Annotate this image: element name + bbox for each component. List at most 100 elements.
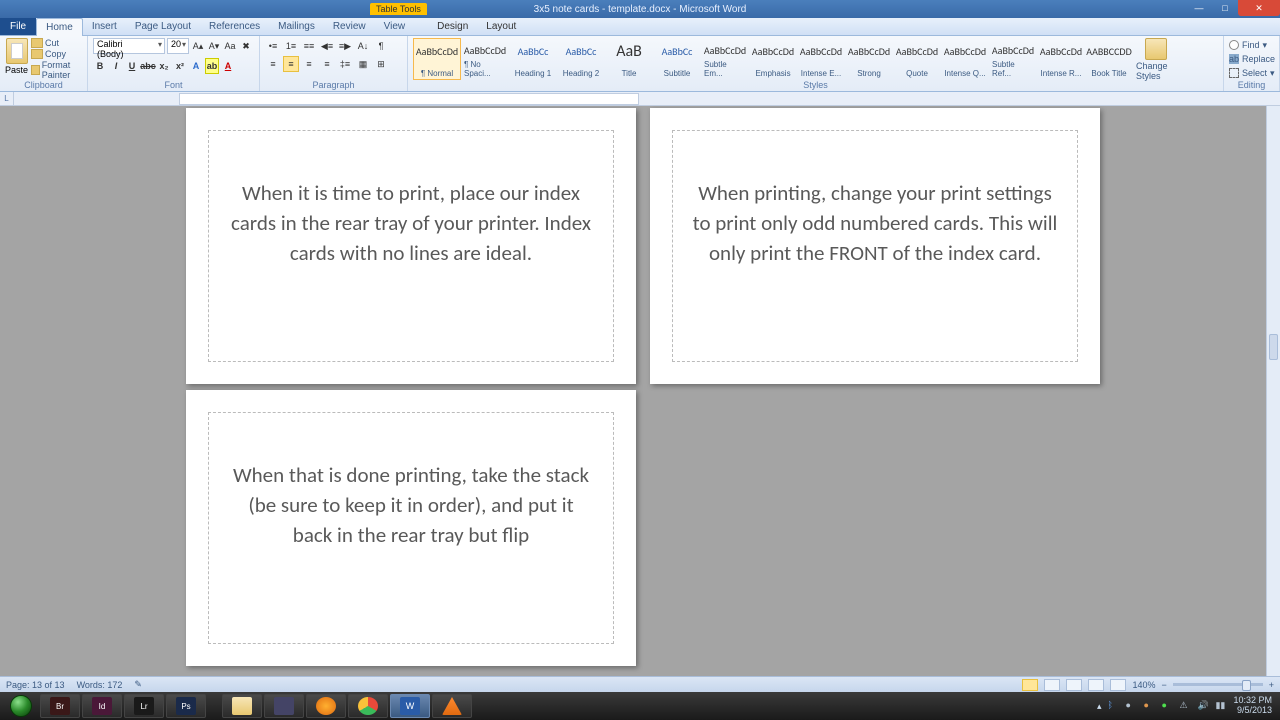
shading-button[interactable]: ▦ (355, 56, 371, 72)
style-item-6[interactable]: AaBbCcDdSubtle Em... (701, 38, 749, 80)
taskbar-app-id[interactable]: Id (82, 694, 122, 718)
style-item-1[interactable]: AaBbCcDd¶ No Spaci... (461, 38, 509, 80)
page-layout-tab[interactable]: Page Layout (126, 18, 200, 35)
card-2-text[interactable]: When printing, change your print setting… (691, 179, 1059, 268)
subscript-button[interactable]: x₂ (157, 58, 171, 74)
taskbar-app-vlc[interactable] (432, 694, 472, 718)
change-case-button[interactable]: Aa (223, 38, 237, 54)
word-count[interactable]: Words: 172 (77, 680, 123, 690)
change-styles-button[interactable]: Change Styles (1136, 38, 1176, 81)
zoom-in-button[interactable]: + (1269, 680, 1274, 690)
style-item-13[interactable]: AaBbCcDdIntense R... (1037, 38, 1085, 80)
index-card-2[interactable]: When printing, change your print setting… (650, 108, 1100, 384)
style-item-5[interactable]: AaBbCcSubtitle (653, 38, 701, 80)
zoom-slider[interactable] (1173, 683, 1263, 686)
style-item-11[interactable]: AaBbCcDdIntense Q... (941, 38, 989, 80)
spellcheck-icon[interactable]: ✎ (134, 679, 142, 690)
network-icon[interactable]: ⚠ (1179, 700, 1191, 712)
decrease-indent-button[interactable]: ◀≡ (319, 38, 335, 54)
style-item-14[interactable]: AABBCCDDBook Title (1085, 38, 1133, 80)
view-tab[interactable]: View (375, 18, 415, 35)
replace-button[interactable]: abReplace (1229, 52, 1275, 66)
style-item-2[interactable]: AaBbCcHeading 1 (509, 38, 557, 80)
scrollbar-thumb[interactable] (1269, 334, 1278, 360)
index-card-3[interactable]: When that is done printing, take the sta… (186, 390, 636, 666)
styles-gallery[interactable]: AaBbCcDd¶ NormalAaBbCcDd¶ No Spaci...AaB… (413, 38, 1133, 80)
review-tab[interactable]: Review (324, 18, 375, 35)
align-left-button[interactable]: ≡ (265, 56, 281, 72)
select-button[interactable]: Select ▾ (1229, 66, 1275, 80)
layout-tab[interactable]: Layout (477, 18, 525, 35)
page-indicator[interactable]: Page: 13 of 13 (6, 680, 65, 690)
horizontal-ruler[interactable] (179, 93, 639, 105)
underline-button[interactable]: U (125, 58, 139, 74)
wifi-icon[interactable]: ▮▮ (1215, 700, 1227, 712)
bluetooth-icon[interactable]: ᛒ (1107, 700, 1119, 712)
minimize-button[interactable]: — (1186, 0, 1212, 16)
line-spacing-button[interactable]: ‡≡ (337, 56, 353, 72)
style-item-10[interactable]: AaBbCcDdQuote (893, 38, 941, 80)
superscript-button[interactable]: x² (173, 58, 187, 74)
style-item-0[interactable]: AaBbCcDd¶ Normal (413, 38, 461, 80)
italic-button[interactable]: I (109, 58, 123, 74)
system-clock[interactable]: 10:32 PM 9/5/2013 (1233, 696, 1276, 716)
card-3-text[interactable]: When that is done printing, take the sta… (227, 461, 595, 550)
tray-icon-3[interactable]: ● (1161, 700, 1173, 712)
sort-button[interactable]: A↓ (355, 38, 371, 54)
taskbar-app-br[interactable]: Br (40, 694, 80, 718)
shrink-font-button[interactable]: A▾ (207, 38, 221, 54)
tray-icon-1[interactable]: ● (1125, 700, 1137, 712)
justify-button[interactable]: ≡ (319, 56, 335, 72)
align-right-button[interactable]: ≡ (301, 56, 317, 72)
format-painter-button[interactable]: Format Painter (31, 60, 82, 80)
volume-icon[interactable]: 🔊 (1197, 700, 1209, 712)
taskbar-app-generic[interactable] (264, 694, 304, 718)
zoom-out-button[interactable]: − (1161, 680, 1166, 690)
outline-view-button[interactable] (1088, 679, 1104, 691)
tab-selector-button[interactable]: L (0, 92, 14, 106)
card-1-text[interactable]: When it is time to print, place our inde… (227, 179, 595, 268)
style-item-8[interactable]: AaBbCcDdIntense E... (797, 38, 845, 80)
copy-button[interactable]: Copy (31, 49, 82, 59)
draft-view-button[interactable] (1110, 679, 1126, 691)
show-marks-button[interactable]: ¶ (373, 38, 389, 54)
strikethrough-button[interactable]: abc (141, 58, 155, 74)
numbering-button[interactable]: 1≡ (283, 38, 299, 54)
mailings-tab[interactable]: Mailings (269, 18, 324, 35)
clear-formatting-button[interactable]: ✖ (239, 38, 253, 54)
style-item-3[interactable]: AaBbCcHeading 2 (557, 38, 605, 80)
style-item-4[interactable]: AaBTitle (605, 38, 653, 80)
font-size-dropdown[interactable]: 20 (167, 38, 189, 54)
font-name-dropdown[interactable]: Calibri (Body) (93, 38, 165, 54)
taskbar-app-lr[interactable]: Lr (124, 694, 164, 718)
taskbar-app-chrome[interactable] (348, 694, 388, 718)
taskbar-app-ps[interactable]: Ps (166, 694, 206, 718)
zoom-level[interactable]: 140% (1132, 680, 1155, 690)
font-color-button[interactable]: A (221, 58, 235, 74)
find-button[interactable]: Find ▾ (1229, 38, 1267, 52)
start-button[interactable] (4, 693, 38, 719)
home-tab[interactable]: Home (36, 18, 83, 36)
style-item-7[interactable]: AaBbCcDdEmphasis (749, 38, 797, 80)
taskbar-app-firefox[interactable] (306, 694, 346, 718)
highlight-button[interactable]: ab (205, 58, 219, 74)
align-center-button[interactable]: ≡ (283, 56, 299, 72)
index-card-1[interactable]: When it is time to print, place our inde… (186, 108, 636, 384)
style-item-12[interactable]: AaBbCcDdSubtle Ref... (989, 38, 1037, 80)
taskbar-app-explorer[interactable] (222, 694, 262, 718)
increase-indent-button[interactable]: ≡▶ (337, 38, 353, 54)
grow-font-button[interactable]: A▴ (191, 38, 205, 54)
close-button[interactable]: ✕ (1238, 0, 1280, 16)
text-effects-button[interactable]: A (189, 58, 203, 74)
print-layout-view-button[interactable] (1022, 679, 1038, 691)
bold-button[interactable]: B (93, 58, 107, 74)
tray-expand-icon[interactable]: ▴ (1097, 701, 1102, 712)
paste-button[interactable]: Paste (5, 38, 28, 75)
insert-tab[interactable]: Insert (83, 18, 126, 35)
taskbar-app-word[interactable]: W (390, 694, 430, 718)
multilevel-button[interactable]: ≡≡ (301, 38, 317, 54)
full-screen-view-button[interactable] (1044, 679, 1060, 691)
maximize-button[interactable]: □ (1212, 0, 1238, 16)
web-layout-view-button[interactable] (1066, 679, 1082, 691)
design-tab[interactable]: Design (428, 18, 477, 35)
